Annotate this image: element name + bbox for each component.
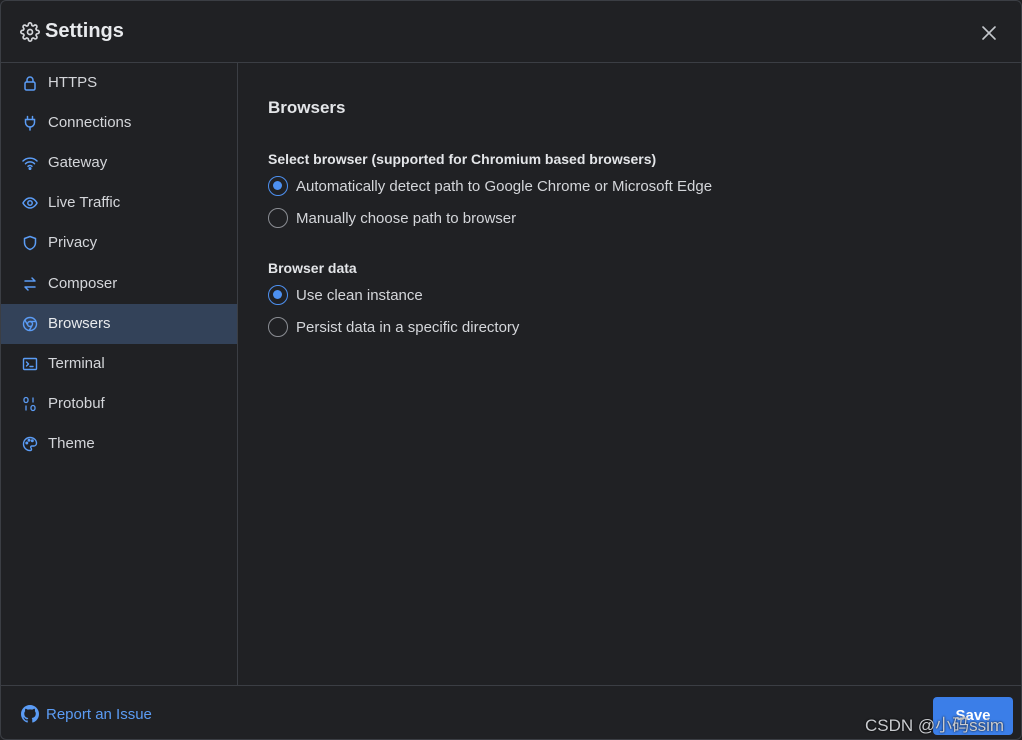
radio-button[interactable] [268, 317, 288, 337]
sidebar-item-privacy[interactable]: Privacy [1, 223, 237, 263]
sidebar-item-label: Terminal [48, 355, 105, 372]
binary-icon [23, 396, 36, 412]
select-browser-label: Select browser (supported for Chromium b… [268, 151, 657, 167]
chrome-icon [22, 316, 38, 332]
radio-button[interactable] [268, 176, 288, 196]
radio-label: Persist data in a specific directory [296, 319, 520, 336]
sidebar-item-protobuf[interactable]: Protobuf [1, 384, 237, 424]
sidebar-item-label: Browsers [48, 315, 111, 332]
sidebar-item-label: Gateway [48, 154, 108, 171]
sidebar-item-live-traffic[interactable]: Live Traffic [1, 183, 237, 223]
settings-sidebar: HTTPS Connections Gateway Live Traffic P… [1, 63, 238, 685]
settings-dialog: Settings HTTPS Connections Gateway Live … [0, 0, 1022, 740]
github-icon [21, 705, 39, 723]
radio-button[interactable] [268, 208, 288, 228]
arrows-exchange-icon [24, 277, 36, 291]
shield-icon [23, 235, 37, 251]
sidebar-item-terminal[interactable]: Terminal [1, 344, 237, 384]
terminal-icon [22, 357, 38, 371]
radio-label: Automatically detect path to Google Chro… [296, 178, 713, 195]
sidebar-item-browsers[interactable]: Browsers [1, 304, 237, 344]
sidebar-item-label: Live Traffic [48, 194, 121, 211]
close-icon[interactable] [979, 23, 999, 43]
radio-label: Use clean instance [296, 287, 423, 304]
radio-label: Manually choose path to browser [296, 210, 517, 227]
section-title: Browsers [268, 98, 346, 117]
sidebar-item-label: Protobuf [48, 395, 105, 412]
sidebar-item-label: Theme [48, 435, 95, 452]
watermark-text: CSDN @小码ssim [865, 716, 1005, 735]
radio-button[interactable] [268, 285, 288, 305]
sidebar-item-connections[interactable]: Connections [1, 103, 237, 143]
report-issue-label: Report an Issue [46, 706, 152, 723]
lock-icon [24, 76, 36, 91]
palette-icon [22, 436, 38, 452]
sidebar-item-label: HTTPS [48, 74, 98, 91]
sidebar-item-https[interactable]: HTTPS [1, 63, 237, 103]
settings-content: Browsers Select browser (supported for C… [238, 63, 1021, 685]
wifi-icon [22, 157, 38, 171]
plug-icon [24, 115, 36, 131]
browser-data-label: Browser data [268, 260, 357, 276]
sidebar-item-composer[interactable]: Composer [1, 264, 237, 304]
dialog-title: Settings [45, 20, 124, 42]
dialog-header: Settings [1, 1, 1021, 63]
gear-icon [20, 22, 40, 42]
eye-icon [22, 197, 38, 209]
sidebar-item-label: Connections [48, 114, 132, 131]
sidebar-item-label: Privacy [48, 234, 98, 251]
sidebar-item-label: Composer [48, 275, 118, 292]
sidebar-item-theme[interactable]: Theme [1, 424, 237, 464]
sidebar-item-gateway[interactable]: Gateway [1, 143, 237, 183]
